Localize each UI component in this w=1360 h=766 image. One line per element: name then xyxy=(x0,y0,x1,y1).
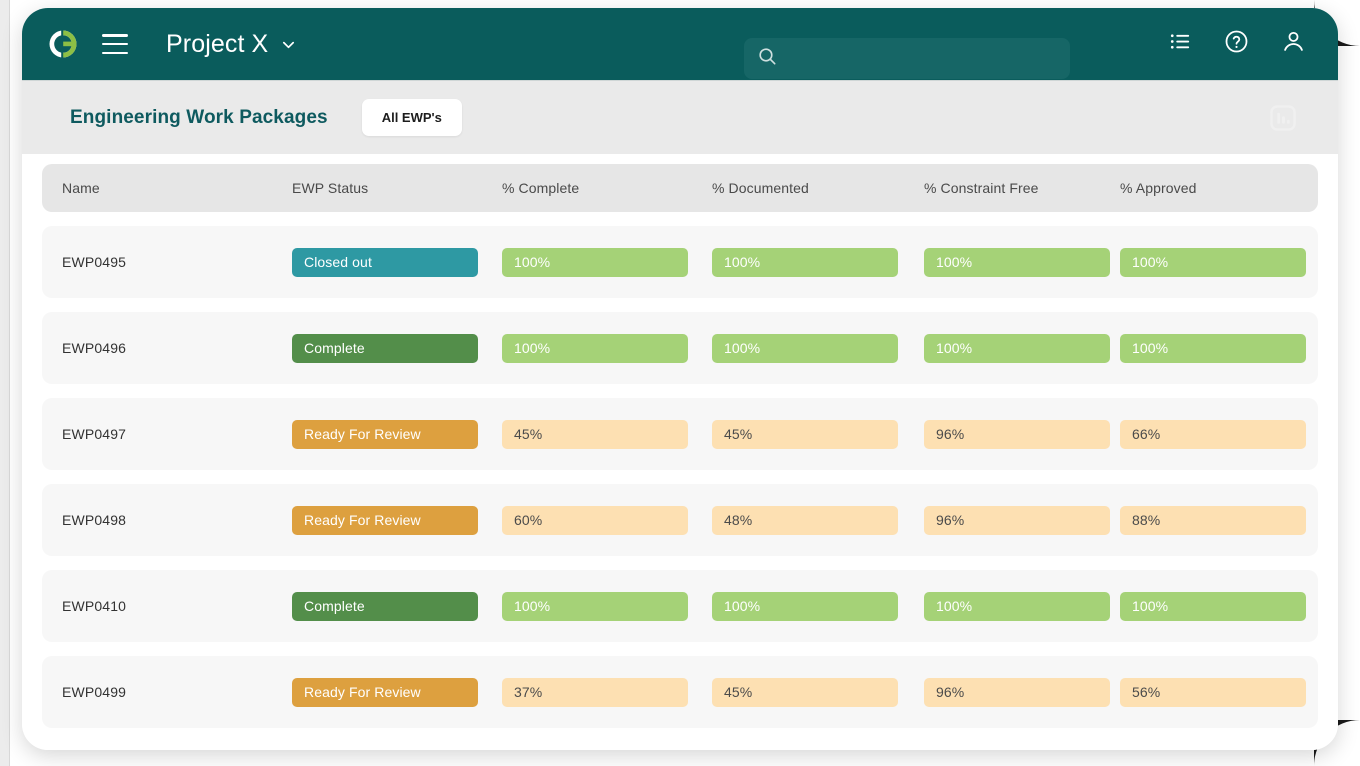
table-row[interactable]: EWP0495 Closed out 100% 100% 100% 100% xyxy=(42,226,1318,298)
column-header-percent-complete: % Complete xyxy=(502,180,580,196)
cell-percent-complete: 37% xyxy=(502,677,688,707)
cell-percent-constraint-free: 96% xyxy=(924,505,1110,535)
top-navigation-bar: Project X xyxy=(22,8,1338,80)
cell-percent-constraint-free: 100% xyxy=(924,333,1110,363)
project-title: Project X xyxy=(166,29,269,58)
cell-percent-complete: 100% xyxy=(502,247,688,277)
status-badge[interactable]: Closed out xyxy=(292,247,478,277)
status-badge[interactable]: Ready For Review xyxy=(292,677,478,707)
bar-chart-icon[interactable] xyxy=(1268,103,1298,133)
cell-percent-constraint-free: 100% xyxy=(924,591,1110,621)
help-circle-icon[interactable] xyxy=(1224,29,1249,59)
cell-percent-complete: 60% xyxy=(502,505,688,535)
cell-percent-approved: 56% xyxy=(1120,677,1306,707)
chevron-down-icon[interactable] xyxy=(281,37,296,52)
table-body: EWP0495 Closed out 100% 100% 100% 100% EWP0496… xyxy=(42,226,1318,728)
user-account-icon[interactable] xyxy=(1281,29,1306,59)
cell-ewp-name: EWP0495 xyxy=(62,254,127,270)
status-badge[interactable]: Ready For Review xyxy=(292,419,478,449)
column-header-percent-documented: % Documented xyxy=(712,180,809,196)
column-header-ewp-status: EWP Status xyxy=(292,180,369,196)
table-row[interactable]: EWP0499 Ready For Review 37% 45% 96% 56% xyxy=(42,656,1318,728)
column-header-percent-constraint-free: % Constraint Free xyxy=(924,180,1039,196)
search-input[interactable] xyxy=(789,38,1056,79)
search-bar[interactable] xyxy=(744,38,1070,79)
cell-ewp-name: EWP0497 xyxy=(62,426,127,442)
status-badge[interactable]: Complete xyxy=(292,591,478,621)
status-badge[interactable]: Complete xyxy=(292,333,478,363)
cell-percent-documented: 100% xyxy=(712,247,898,277)
table-row[interactable]: EWP0410 Complete 100% 100% 100% 100% xyxy=(42,570,1318,642)
cell-percent-constraint-free: 96% xyxy=(924,677,1110,707)
list-icon[interactable] xyxy=(1169,30,1192,58)
status-badge[interactable]: Ready For Review xyxy=(292,505,478,535)
cell-ewp-name: EWP0498 xyxy=(62,512,127,528)
cell-percent-documented: 48% xyxy=(712,505,898,535)
cell-percent-complete: 100% xyxy=(502,591,688,621)
table-header-row: Name EWP Status % Complete % Documented … xyxy=(42,164,1318,212)
cell-percent-approved: 100% xyxy=(1120,333,1306,363)
table-row[interactable]: EWP0496 Complete 100% 100% 100% 100% xyxy=(42,312,1318,384)
page-backdrop-left-strip xyxy=(0,0,10,766)
column-header-percent-approved: % Approved xyxy=(1120,180,1197,196)
cell-percent-approved: 66% xyxy=(1120,419,1306,449)
cell-percent-documented: 45% xyxy=(712,419,898,449)
page-title: Engineering Work Packages xyxy=(70,106,328,128)
page-subheader: Engineering Work Packages All EWP's xyxy=(22,80,1338,154)
table-row[interactable]: EWP0498 Ready For Review 60% 48% 96% 88% xyxy=(42,484,1318,556)
cell-percent-approved: 100% xyxy=(1120,591,1306,621)
cell-percent-documented: 100% xyxy=(712,333,898,363)
cell-percent-complete: 45% xyxy=(502,419,688,449)
cell-percent-constraint-free: 100% xyxy=(924,247,1110,277)
cell-percent-documented: 45% xyxy=(712,677,898,707)
topbar-icon-group xyxy=(1169,8,1306,80)
tab-all-ewps[interactable]: All EWP's xyxy=(361,99,462,136)
cell-percent-complete: 100% xyxy=(502,333,688,363)
cell-percent-constraint-free: 96% xyxy=(924,419,1110,449)
hamburger-menu-icon[interactable] xyxy=(102,34,128,54)
search-icon xyxy=(758,47,777,71)
cell-ewp-name: EWP0410 xyxy=(62,598,127,614)
circular-g-logo-icon[interactable] xyxy=(48,29,78,59)
cell-percent-documented: 100% xyxy=(712,591,898,621)
cell-percent-approved: 88% xyxy=(1120,505,1306,535)
cell-ewp-name: EWP0499 xyxy=(62,684,127,700)
table-row[interactable]: EWP0497 Ready For Review 45% 45% 96% 66% xyxy=(42,398,1318,470)
cell-percent-approved: 100% xyxy=(1120,247,1306,277)
app-window: Project X Engineering Work Packages All … xyxy=(22,8,1338,750)
ewp-table: Name EWP Status % Complete % Documented … xyxy=(22,154,1338,750)
cell-ewp-name: EWP0496 xyxy=(62,340,127,356)
column-header-name: Name xyxy=(62,180,100,196)
